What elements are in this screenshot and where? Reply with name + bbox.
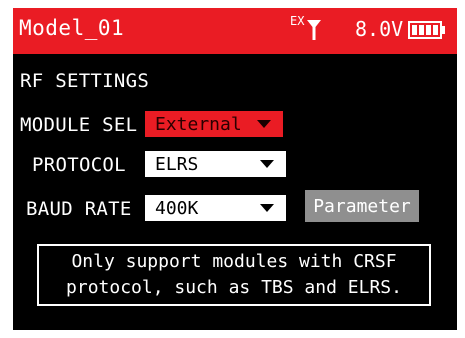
baud-rate-value: 400K	[155, 197, 199, 219]
module-sel-dropdown[interactable]: External	[145, 111, 283, 137]
chevron-down-icon	[260, 204, 274, 212]
parameter-button[interactable]: Parameter	[305, 190, 419, 222]
protocol-value: ELRS	[155, 153, 199, 175]
external-module-indicator: EX	[290, 14, 305, 28]
protocol-dropdown[interactable]: ELRS	[145, 151, 286, 177]
module-sel-label: MODULE SEL	[20, 114, 138, 136]
status-bar: Model_01 EX 8.0V	[13, 8, 457, 54]
baud-rate-label: BAUD RATE	[26, 198, 132, 220]
battery-icon	[408, 21, 445, 39]
model-name[interactable]: Model_01	[19, 16, 124, 40]
info-line-2: protocol, such as TBS and ELRS.	[66, 277, 402, 298]
info-line-1: Only support modules with CRSF	[71, 251, 397, 272]
chevron-down-icon	[260, 160, 274, 168]
page-title: RF SETTINGS	[20, 70, 150, 92]
baud-rate-dropdown[interactable]: 400K	[145, 195, 286, 221]
protocol-label: PROTOCOL	[32, 154, 126, 176]
info-message-box: Only support modules with CRSF protocol,…	[37, 244, 431, 306]
transmitter-screen: Model_01 EX 8.0V RF SETTINGS MODULE SEL …	[13, 8, 457, 330]
module-sel-value: External	[155, 113, 242, 135]
chevron-down-icon	[257, 120, 271, 128]
battery-voltage: 8.0V	[355, 17, 404, 41]
antenna-icon	[307, 20, 321, 40]
